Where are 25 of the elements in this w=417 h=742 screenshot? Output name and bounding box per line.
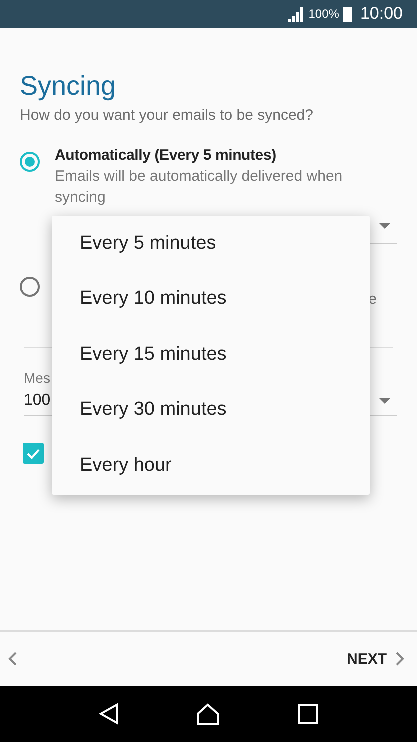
back-chevron-icon[interactable] <box>8 652 18 666</box>
option-label: Automatically (Every 5 minutes) <box>55 146 278 166</box>
next-button[interactable]: NEXT <box>342 646 409 672</box>
dropdown-arrow-icon[interactable] <box>379 222 391 228</box>
checkbox[interactable] <box>23 443 44 464</box>
page-subtitle: How do you want your emails to be synced? <box>20 106 314 126</box>
back-icon[interactable] <box>98 703 119 725</box>
home-icon[interactable] <box>196 703 220 725</box>
chevron-right-icon <box>395 652 405 666</box>
menu-item[interactable]: Every 10 minutes <box>52 272 370 327</box>
menu-item[interactable]: Every hour <box>52 438 370 494</box>
menu-item[interactable]: Every 15 minutes <box>52 327 370 382</box>
dropdown-arrow-icon[interactable] <box>379 398 391 404</box>
radio-button[interactable] <box>20 152 40 172</box>
battery-icon <box>343 6 352 22</box>
menu-item[interactable]: Every 30 minutes <box>52 382 370 438</box>
page-title: Syncing <box>20 70 118 102</box>
battery-percent: 100% <box>308 7 340 21</box>
clock-time: 10:00 <box>360 4 403 24</box>
field-label: Mes <box>24 370 52 386</box>
recents-icon[interactable] <box>298 704 318 724</box>
option-description: Emails will be automatically delivered when syncing <box>55 167 344 208</box>
menu-item[interactable]: Every 5 minutes <box>52 216 370 272</box>
radio-button[interactable] <box>20 277 40 297</box>
signal-icon <box>286 6 305 22</box>
